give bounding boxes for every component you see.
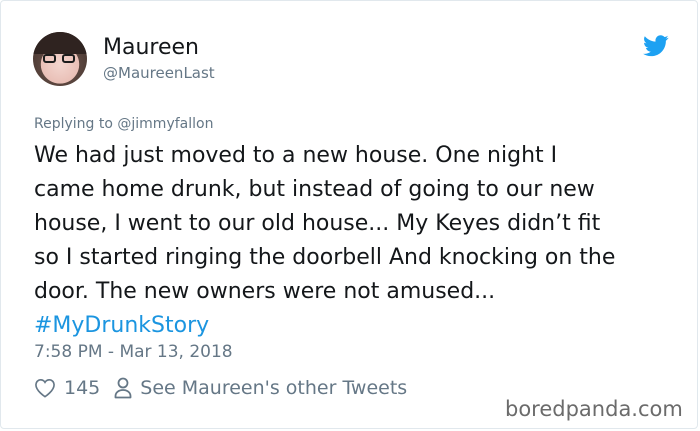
tweet-text: We had just moved to a new house. One ni… [34, 139, 674, 343]
avatar[interactable] [33, 32, 87, 86]
tweet-line: door. The new owners were not amused... [34, 279, 496, 304]
tweet-line: so I started ringing the doorbell And kn… [34, 245, 616, 270]
replying-to-prefix: Replying to [34, 116, 118, 132]
user-handle[interactable]: @MaureenLast [103, 64, 215, 82]
tweet-line: came home drunk, but instead of going to… [34, 177, 595, 202]
like-count[interactable]: 145 [64, 377, 100, 399]
twitter-bird-icon[interactable] [643, 35, 669, 57]
tweet-line: We had just moved to a new house. One ni… [34, 143, 558, 168]
tweet-timestamp[interactable]: 7:58 PM - Mar 13, 2018 [34, 342, 233, 362]
replying-to: Replying to @jimmyfallon [34, 116, 213, 132]
other-tweets-link[interactable]: See Maureen's other Tweets [140, 377, 407, 399]
user-name[interactable]: Maureen [103, 35, 199, 60]
avatar-hair [33, 32, 87, 54]
watermark: boredpanda.com [505, 397, 683, 421]
avatar-glasses [43, 54, 77, 64]
heart-icon[interactable] [34, 378, 56, 398]
replying-to-handle[interactable]: @jimmyfallon [117, 116, 213, 132]
person-icon [114, 377, 132, 399]
hashtag-link[interactable]: #MyDrunkStory [34, 309, 674, 343]
tweet-line: house, I went to our old house... My Key… [34, 211, 601, 236]
tweet-card: Maureen @MaureenLast Replying to @jimmyf… [0, 0, 698, 429]
tweet-actions: 145 See Maureen's other Tweets [34, 377, 407, 399]
